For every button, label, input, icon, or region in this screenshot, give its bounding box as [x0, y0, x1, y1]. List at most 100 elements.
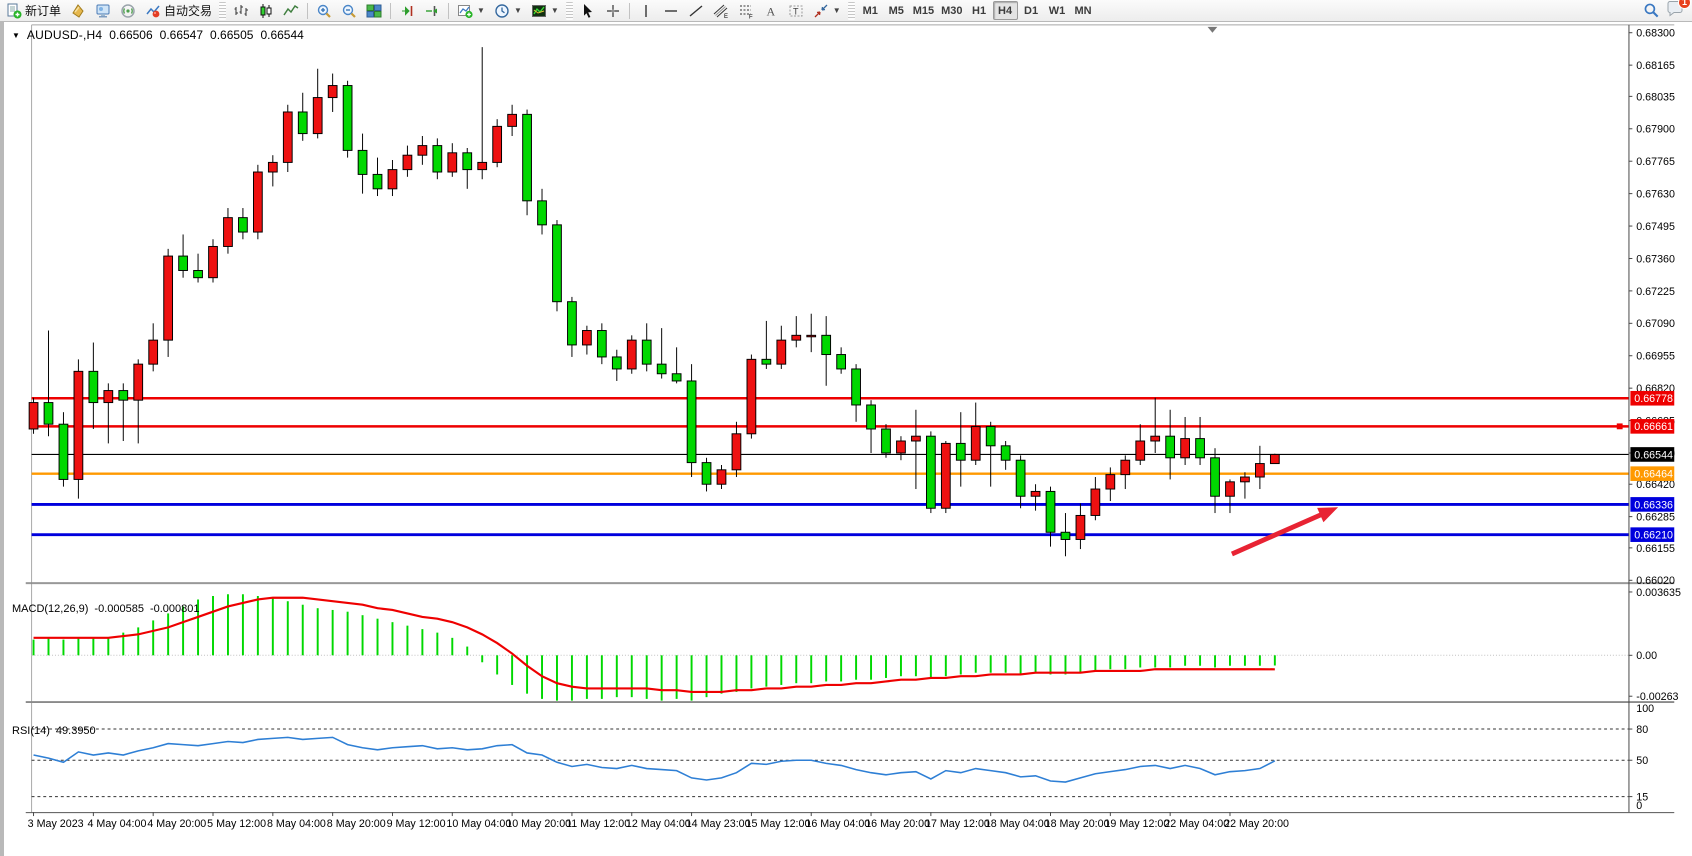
timeframe-button-m1[interactable]: M1 [858, 1, 883, 20]
text-button[interactable]: A [759, 1, 783, 21]
toolbar-separator [390, 3, 391, 19]
cursor-button[interactable] [576, 1, 600, 21]
trendline-button[interactable] [684, 1, 708, 21]
timeframe-button-w1[interactable]: W1 [1045, 1, 1070, 20]
tile-windows-button[interactable] [362, 1, 386, 21]
time-axis-label: 11 May 12:00 [566, 818, 630, 830]
bull-candle [493, 126, 502, 162]
bear-candle [358, 150, 367, 174]
bear-candle [1001, 446, 1010, 460]
timeframe-button-m5[interactable]: M5 [884, 1, 909, 20]
text-icon: A [763, 3, 779, 19]
ohlc-high: 0.66547 [160, 28, 203, 42]
zoom-in-button[interactable] [312, 1, 336, 21]
timeframe-button-d1[interactable]: D1 [1019, 1, 1044, 20]
bull-candle [1106, 475, 1115, 489]
price-chart[interactable]: 0.683000.681650.680350.679000.677650.676… [4, 22, 1692, 856]
search-icon[interactable] [1643, 2, 1660, 19]
new-order-label: 新订单 [25, 2, 61, 19]
channel-button[interactable]: E [709, 1, 733, 21]
price-tick: 0.68035 [1636, 91, 1675, 103]
bear-candle [1166, 436, 1175, 458]
arrows-shapes-icon [813, 3, 829, 19]
bear-candle [822, 335, 831, 354]
templates-button[interactable]: ▼ [527, 1, 563, 21]
price-tick: 0.67765 [1636, 156, 1675, 168]
bear-candle [867, 405, 876, 429]
rsi-axis-tick: 100 [1636, 703, 1654, 715]
time-axis-label: 16 May 20:00 [865, 818, 930, 830]
bull-candle [1181, 439, 1190, 458]
crosshair-button[interactable] [601, 1, 625, 21]
chart-title: ▼ AUDUSD-,H4 0.66506 0.66547 0.66505 0.6… [12, 28, 304, 42]
new-order-icon [6, 3, 22, 19]
zoom-out-icon [341, 3, 357, 19]
bull-candle [478, 162, 487, 169]
time-axis-label: 4 May 04:00 [88, 818, 147, 830]
macd-indicator-label: MACD(12,26,9) -0.000585 -0.000801 [12, 603, 200, 615]
bull-candle [1091, 489, 1100, 515]
bull-candle [313, 98, 322, 134]
zoom-out-button[interactable] [337, 1, 361, 21]
indicators-icon [457, 3, 473, 19]
time-axis-label: 9 May 12:00 [387, 818, 446, 830]
candlestick-button[interactable] [254, 1, 278, 21]
terminal-button[interactable] [91, 1, 115, 21]
candlestick-icon [258, 3, 274, 19]
ohlc-open: 0.66506 [109, 28, 152, 42]
fibonacci-button[interactable]: F [734, 1, 758, 21]
time-axis-label: 12 May 04:00 [626, 818, 691, 830]
autotrading-label: 自动交易 [164, 2, 212, 19]
timeframe-button-m15[interactable]: M15 [910, 1, 937, 20]
bull-candle [1151, 436, 1160, 441]
price-tick: 0.68300 [1636, 28, 1675, 40]
bear-candle [986, 427, 995, 446]
zoom-in-icon [316, 3, 332, 19]
time-axis-label: 18 May 04:00 [985, 818, 1050, 830]
periods-button[interactable]: ▼ [490, 1, 526, 21]
horizontal-line-button[interactable] [659, 1, 683, 21]
timeframe-button-mn[interactable]: MN [1071, 1, 1096, 20]
bear-candle [852, 369, 861, 405]
vertical-line-button[interactable] [634, 1, 658, 21]
time-axis-label: 8 May 04:00 [267, 818, 326, 830]
bear-candle [433, 146, 442, 172]
price-tick: 0.66155 [1636, 543, 1675, 555]
timeframe-button-h4[interactable]: H4 [993, 1, 1018, 20]
bear-candle [1196, 439, 1205, 458]
auto-scroll-icon [399, 3, 415, 19]
time-axis-label: 22 May 04:00 [1164, 818, 1229, 830]
crosshair-icon [605, 3, 621, 19]
price-tick: 0.67360 [1636, 253, 1675, 265]
chart-shift-button[interactable] [420, 1, 444, 21]
auto-scroll-button[interactable] [395, 1, 419, 21]
bear-candle [59, 424, 68, 479]
one-click-trading-arrow[interactable]: ▼ [12, 31, 20, 40]
horizontal-line-icon [663, 3, 679, 19]
rsi-axis-tick: 50 [1636, 755, 1648, 767]
time-axis-label: 15 May 12:00 [746, 818, 811, 830]
indicators-button[interactable]: ▼ [453, 1, 489, 21]
new-order-button[interactable]: 新订单 [2, 1, 65, 21]
news-button[interactable] [116, 1, 140, 21]
bar-chart-button[interactable] [229, 1, 253, 21]
autotrading-button[interactable]: 自动交易 [141, 1, 216, 21]
label-button[interactable]: T [784, 1, 808, 21]
bear-candle [343, 86, 352, 151]
macd-axis-tick: 0.00 [1636, 650, 1657, 662]
templates-dropdown-caret: ▼ [551, 6, 559, 15]
timeframe-button-h1[interactable]: H1 [967, 1, 992, 20]
line-chart-button[interactable] [279, 1, 303, 21]
chat-notification[interactable]: 1 [1666, 0, 1684, 22]
bear-candle [239, 218, 248, 232]
timeframe-button-m30[interactable]: M30 [938, 1, 965, 20]
trendline-icon [688, 3, 704, 19]
svg-text:E: E [724, 14, 728, 19]
bull-candle [732, 434, 741, 470]
price-tick: 0.67090 [1636, 318, 1675, 330]
text-label-icon: T [788, 3, 804, 19]
time-axis-label: 3 May 2023 [28, 818, 84, 830]
bull-candle [1256, 464, 1265, 477]
shapes-button[interactable]: ▼ [809, 1, 845, 21]
market-watch-button[interactable] [66, 1, 90, 21]
